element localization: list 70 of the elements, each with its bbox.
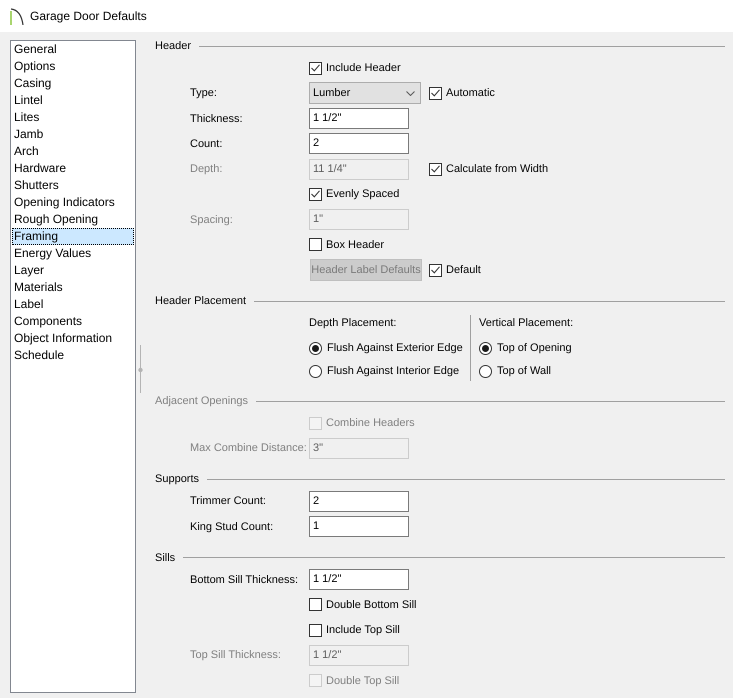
- group-title: Vertical Placement:: [479, 316, 574, 331]
- window-title: Garage Door Defaults: [30, 9, 147, 23]
- section-heading: Header Placement: [155, 295, 246, 307]
- grip-handle-icon[interactable]: [138, 345, 143, 393]
- section-heading: Supports: [155, 473, 200, 486]
- sidebar-item[interactable]: Rough Opening: [12, 211, 134, 228]
- checkbox[interactable]: [309, 62, 322, 74]
- text-field[interactable]: 1 1/2": [309, 569, 409, 590]
- checkbox-label: Evenly Spaced: [326, 188, 400, 200]
- sidebar-item[interactable]: General: [12, 41, 134, 58]
- section-heading: Sills: [155, 552, 176, 564]
- radio-button[interactable]: [479, 364, 492, 378]
- field-label: King Stud Count:: [190, 520, 274, 532]
- checkbox[interactable]: [309, 188, 322, 201]
- field-label: Type:: [190, 87, 218, 100]
- field-label: Max Combine Distance:: [190, 442, 308, 454]
- sidebar-item[interactable]: Arch: [12, 143, 134, 160]
- arch-icon: [10, 8, 24, 24]
- field-label: Bottom Sill Thickness:: [190, 574, 300, 586]
- checkbox-label: Automatic: [446, 87, 495, 100]
- section-heading: Header: [155, 40, 192, 52]
- checkbox-label: Default: [446, 264, 481, 276]
- sidebar-item[interactable]: Components: [12, 313, 134, 330]
- checkbox-label: Box Header: [326, 238, 384, 251]
- field-label: Top Sill Thickness:: [190, 649, 282, 662]
- field-label: Trimmer Count:: [190, 495, 267, 508]
- radio-button[interactable]: [309, 342, 322, 354]
- radio-label: Flush Against Interior Edge: [327, 365, 460, 377]
- sidebar-item[interactable]: Hardware: [12, 160, 134, 177]
- checkbox[interactable]: [309, 238, 322, 252]
- dropdown[interactable]: Lumber: [309, 82, 421, 104]
- sidebar-item[interactable]: Label: [12, 296, 134, 313]
- field-label: Spacing:: [190, 214, 234, 226]
- checkbox[interactable]: [429, 86, 442, 100]
- section-heading: Adjacent Openings: [155, 395, 248, 407]
- checkbox-label: Combine Headers: [326, 417, 415, 429]
- sidebar-item[interactable]: Layer: [12, 262, 134, 279]
- sidebar-item[interactable]: Object Information: [12, 330, 134, 347]
- sidebar-item[interactable]: Options: [12, 58, 134, 75]
- sidebar-item[interactable]: Lintel: [12, 92, 134, 109]
- checkbox-label: Double Top Sill: [326, 674, 400, 686]
- sidebar-item[interactable]: Casing: [12, 75, 134, 92]
- field-label: Depth:: [190, 163, 224, 175]
- sidebar-item[interactable]: Framing: [12, 228, 134, 245]
- text-field[interactable]: 2: [309, 490, 409, 512]
- checkbox[interactable]: [309, 624, 322, 636]
- sidebar-item[interactable]: Materials: [12, 279, 134, 296]
- sidebar-item[interactable]: Jamb: [12, 126, 134, 143]
- checkbox-label: Double Bottom Sill: [326, 598, 416, 611]
- sidebar-item[interactable]: Opening Indicators: [12, 194, 134, 211]
- field-label: Thickness:: [190, 112, 244, 124]
- radio-button[interactable]: [309, 364, 322, 378]
- checkbox-label: Include Top Sill: [326, 624, 400, 636]
- checkbox-label: Calculate from Width: [446, 163, 548, 175]
- radio-label: Flush Against Exterior Edge: [327, 342, 463, 354]
- radio-button[interactable]: [479, 342, 492, 354]
- radio-label: Top of Opening: [497, 342, 572, 354]
- text-field[interactable]: 1: [309, 516, 409, 537]
- text-field[interactable]: 2: [309, 133, 409, 154]
- sidebar-item[interactable]: Energy Values: [12, 245, 134, 262]
- checkbox-label: Include Header: [326, 62, 401, 74]
- checkbox[interactable]: [309, 598, 322, 612]
- group-title: Depth Placement:: [309, 316, 398, 331]
- sidebar-item[interactable]: Schedule: [12, 347, 134, 364]
- caret-icon: [406, 90, 415, 96]
- field-label: Count:: [190, 138, 224, 150]
- sidebar-item[interactable]: Lites: [12, 109, 134, 126]
- radio-label: Top of Wall: [497, 365, 552, 377]
- sidebar-item[interactable]: Shutters: [12, 177, 134, 194]
- text-field[interactable]: 1 1/2": [309, 108, 409, 129]
